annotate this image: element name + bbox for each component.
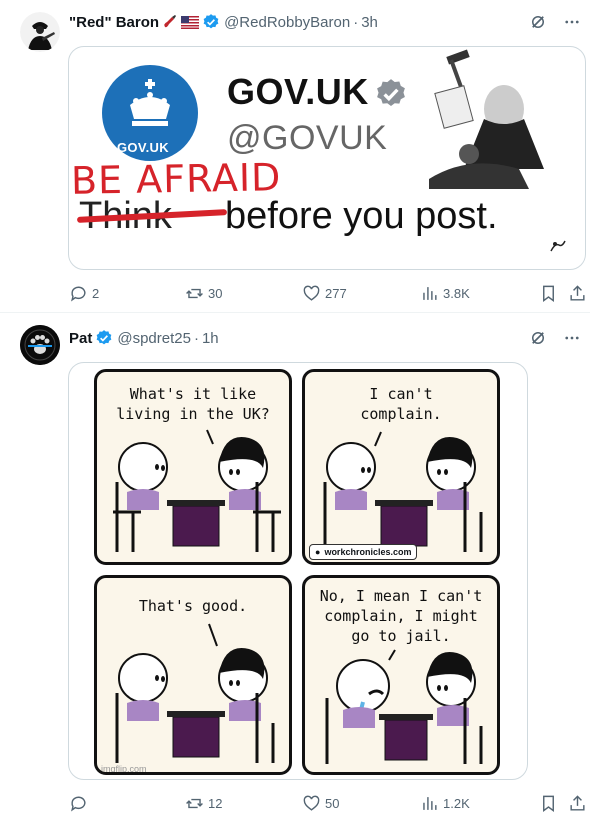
bookmark-button[interactable] <box>539 284 558 303</box>
reply-icon <box>71 286 86 302</box>
bookmark-button[interactable] <box>539 794 558 813</box>
tagline: before you post. <box>225 195 498 237</box>
timestamp[interactable]: 3h <box>361 14 378 31</box>
reply-icon <box>71 796 86 812</box>
separator-dot: · <box>353 13 359 31</box>
share-icon <box>570 285 585 301</box>
more-icon[interactable] <box>562 12 582 32</box>
author-handle[interactable]: @RedRobbyBaron <box>224 14 350 31</box>
artist-signature-icon <box>549 239 567 258</box>
tweet-2[interactable]: Pat @spdret25 · 1h What's it like living… <box>0 314 590 823</box>
bookmark-icon <box>543 795 554 813</box>
like-button[interactable]: 277 <box>302 284 347 303</box>
comic-panel-4: No, I mean I can't complain, I might go … <box>302 575 500 775</box>
repost-button[interactable]: 30 <box>185 284 222 303</box>
reply-count: 2 <box>92 286 100 301</box>
comic-scene-4 <box>325 649 483 764</box>
verified-icon <box>95 329 113 347</box>
tweet-image[interactable]: What's it like living in the UK? I can't… <box>68 362 528 780</box>
reply-button[interactable]: 2 <box>69 284 99 303</box>
share-button[interactable] <box>568 794 587 813</box>
judge-illustration <box>429 49 544 189</box>
views-icon <box>423 287 437 300</box>
repost-icon <box>186 798 203 809</box>
imgflip-watermark: imgflip.com <box>101 764 147 774</box>
tweet-1[interactable]: "Red" Baron @RedRobbyBaron · 3h GOV.UK G… <box>0 0 590 313</box>
guitar-icon <box>162 14 178 30</box>
action-bar: 2 30 277 3.8K <box>69 284 585 304</box>
repost-button[interactable]: 12 <box>185 794 222 813</box>
avatar[interactable] <box>20 325 60 365</box>
govuk-logo-text: GOV.UK <box>117 140 169 155</box>
author-handle[interactable]: @spdret25 <box>117 330 191 347</box>
bookmark-icon <box>543 285 554 303</box>
workchronicles-watermark: ● workchronicles.com <box>309 544 418 560</box>
comic-scene-2 <box>323 431 483 552</box>
comic-panel-3: That's good. imgflip.com <box>94 575 292 775</box>
action-bar: 12 50 1.2K <box>69 794 585 814</box>
reply-button[interactable] <box>69 794 92 813</box>
govuk-logo: GOV.UK <box>102 65 198 161</box>
like-count: 277 <box>325 286 347 301</box>
verified-badge-gray <box>374 77 408 116</box>
views-count: 3.8K <box>443 286 470 301</box>
views-count: 1.2K <box>443 796 470 811</box>
timestamp[interactable]: 1h <box>202 330 219 347</box>
comic-scene-3 <box>115 623 275 763</box>
author-name[interactable]: Pat <box>69 330 92 347</box>
more-icon[interactable] <box>562 328 582 348</box>
tweet-image[interactable]: GOV.UK GOV.UK @GOVUK BE AFRAID Think bef… <box>68 46 586 270</box>
views-button[interactable]: 3.8K <box>420 284 470 303</box>
grok-icon[interactable] <box>528 328 548 348</box>
grok-icon[interactable] <box>528 12 548 32</box>
avatar[interactable] <box>20 12 60 52</box>
repost-count: 30 <box>208 286 223 301</box>
govuk-handle: @GOVUK <box>227 119 388 157</box>
bulb-icon: ● <box>315 547 321 557</box>
repost-count: 12 <box>208 796 223 811</box>
like-count: 50 <box>325 796 340 811</box>
like-button[interactable]: 50 <box>302 794 339 813</box>
author-name[interactable]: "Red" Baron <box>69 14 159 31</box>
avatar-image <box>20 325 60 365</box>
comic-panel-2: I can't complain. ● workchronicles.com <box>302 369 500 565</box>
repost-icon <box>186 288 203 299</box>
avatar-image <box>20 12 60 52</box>
like-icon <box>303 285 320 301</box>
comic-scene-1 <box>113 429 281 552</box>
share-icon <box>570 795 585 811</box>
govuk-title: GOV.UK <box>227 71 369 112</box>
views-icon <box>423 797 437 810</box>
verified-icon <box>202 13 220 31</box>
us-flag-icon <box>181 15 200 29</box>
like-icon <box>303 795 320 811</box>
comic-panel-1: What's it like living in the UK? <box>94 369 292 565</box>
share-button[interactable] <box>568 284 587 303</box>
watermark-text: workchronicles.com <box>324 547 412 557</box>
separator-dot: · <box>193 329 199 347</box>
views-button[interactable]: 1.2K <box>420 794 470 813</box>
